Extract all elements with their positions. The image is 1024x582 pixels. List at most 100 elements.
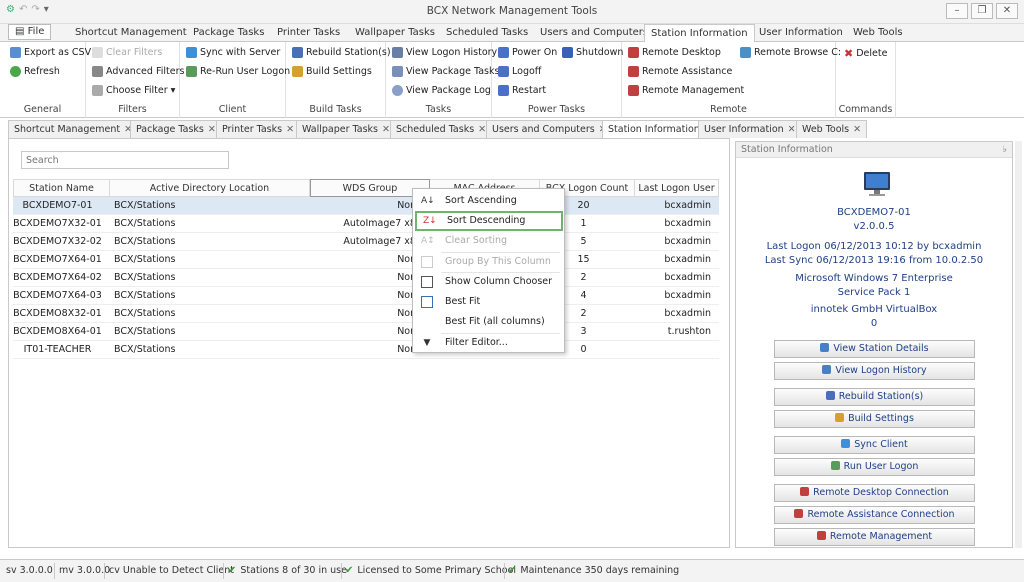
panel-scrollbar[interactable] <box>1015 141 1022 548</box>
filter-icon: ▼ <box>423 338 431 348</box>
table-row[interactable]: BCXDEMO7X32-02 BCX/Stations AutoImage7 x86… <box>13 233 719 251</box>
remote-desktop-button[interactable]: Remote Desktop <box>628 47 721 58</box>
search-input[interactable] <box>21 151 229 169</box>
choose-filter-button[interactable]: Choose Filter ▾ <box>92 85 175 96</box>
clear-sorting-item[interactable]: A↕ Clear Sorting <box>415 231 563 251</box>
ribbon-tab-wallpaper-tasks[interactable]: Wallpaper Tasks <box>355 24 435 42</box>
close-tab-icon[interactable]: ✕ <box>382 124 390 135</box>
ribbon-tab-user-information[interactable]: User Information <box>759 24 843 42</box>
build-settings-button[interactable]: Build Settings <box>292 66 372 77</box>
maximize-button[interactable]: ❐ <box>971 3 993 19</box>
minimize-button[interactable]: – <box>946 3 968 19</box>
close-button[interactable]: ✕ <box>996 3 1018 19</box>
power-on-icon <box>498 47 509 58</box>
view-logon-history-button[interactable]: View Logon History <box>774 362 975 380</box>
doc-tab-web-tools[interactable]: Web Tools ✕ <box>796 120 868 138</box>
ribbon-tab-web-tools[interactable]: Web Tools <box>853 24 903 42</box>
run-user-logon-button[interactable]: Run User Logon <box>774 458 975 476</box>
table-cell <box>635 341 711 359</box>
table-row[interactable]: BCXDEMO7X64-01 BCX/Stations None 15 bcxadmin <box>13 251 719 269</box>
export-csv-button[interactable]: Export as CSV <box>10 47 91 58</box>
table-row[interactable]: BCXDEMO7-01 BCX/Stations None 20 bcxadmin <box>13 197 719 215</box>
build-settings-button[interactable]: Build Settings <box>774 410 975 428</box>
remote-management-button[interactable]: Remote Management <box>628 85 744 96</box>
ribbon-tab-station-information[interactable]: Station Information <box>644 24 755 43</box>
ribbon-tab-printer-tasks[interactable]: Printer Tasks <box>277 24 340 42</box>
pin-icon[interactable]: ♭ <box>1003 142 1007 158</box>
ribbon-tabs: ▤ File Shortcut Management Package Tasks… <box>0 24 1024 43</box>
view-logon-history-button[interactable]: View Logon History <box>392 47 497 58</box>
table-cell: None <box>397 200 422 211</box>
close-tab-icon[interactable]: ✕ <box>208 124 216 135</box>
table-cell: None <box>397 326 422 337</box>
table-cell: None <box>397 272 422 283</box>
close-tab-icon[interactable]: ✕ <box>286 124 294 135</box>
clear-filters-button[interactable]: Clear Filters <box>92 47 162 58</box>
filter-editor-item[interactable]: ▼ Filter Editor... <box>415 333 563 353</box>
file-tab[interactable]: ▤ File <box>8 24 52 40</box>
sort-descending-icon: Z↓ <box>423 216 437 226</box>
table-cell: BCX/Stations <box>114 290 176 301</box>
doc-tab-user-information[interactable]: User Information ✕ <box>698 120 802 138</box>
doc-tab-station-information[interactable]: Station Information <box>602 120 706 139</box>
sync-client-button[interactable]: Sync Client <box>774 436 975 454</box>
view-package-log-button[interactable]: View Package Log <box>392 85 491 96</box>
ribbon-group-commands: ✖ Delete Commands <box>836 42 896 118</box>
delete-button[interactable]: ✖ Delete <box>844 47 887 60</box>
logoff-button[interactable]: Logoff <box>498 66 541 77</box>
view-package-tasks-button[interactable]: View Package Tasks <box>392 66 499 77</box>
rebuild-station-button[interactable]: Rebuild Station(s) <box>774 388 975 406</box>
ribbon-tab-users-and-computers[interactable]: Users and Computers <box>540 24 648 42</box>
ribbon-tab-package-tasks[interactable]: Package Tasks <box>193 24 264 42</box>
ribbon-tab-shortcut-management[interactable]: Shortcut Management <box>75 24 187 42</box>
sort-descending-item[interactable]: Z↓ Sort Descending <box>415 211 563 231</box>
remote-management-button[interactable]: Remote Management <box>774 528 975 546</box>
close-tab-icon[interactable]: ✕ <box>853 124 861 135</box>
best-fit-all-item[interactable]: Best Fit (all columns) <box>415 312 563 332</box>
choose-filter-icon <box>92 85 103 96</box>
remote-browse-button[interactable]: Remote Browse C: <box>740 47 841 58</box>
doc-tab-wallpaper-tasks[interactable]: Wallpaper Tasks ✕ <box>296 120 396 138</box>
table-row[interactable]: BCXDEMO8X64-01 BCX/Stations None 3 t.rushton <box>13 323 719 341</box>
view-station-details-button[interactable]: View Station Details <box>774 340 975 358</box>
sort-ascending-item[interactable]: A↓ Sort Ascending <box>415 191 563 211</box>
table-row[interactable]: BCXDEMO7X64-02 BCX/Stations None 2 bcxadmin <box>13 269 719 287</box>
remote-desktop-connection-button[interactable]: Remote Desktop Connection <box>774 484 975 502</box>
ribbon-tab-scheduled-tasks[interactable]: Scheduled Tasks <box>446 24 528 42</box>
table-row[interactable]: BCXDEMO7X32-01 BCX/Stations AutoImage7 x86… <box>13 215 719 233</box>
sort-ascending-icon: A↓ <box>421 196 435 206</box>
remote-assistance-connection-button[interactable]: Remote Assistance Connection <box>774 506 975 524</box>
doc-tab-package-tasks[interactable]: Package Tasks ✕ <box>130 120 222 138</box>
column-header-ad-location[interactable]: Active Directory Location <box>110 179 310 197</box>
window-title: BCX Network Management Tools <box>426 5 598 17</box>
group-by-column-item[interactable]: Group By This Column <box>415 252 563 272</box>
rerun-user-logon-button[interactable]: Re-Run User Logon <box>186 66 290 77</box>
table-row[interactable]: IT01-TEACHER BCX/Stations None 0 <box>13 341 719 359</box>
group-label: Power Tasks <box>527 104 586 115</box>
remote-assistance-button[interactable]: Remote Assistance <box>628 66 732 77</box>
table-row[interactable]: BCXDEMO7X64-03 BCX/Stations None 4 bcxadmin <box>13 287 719 305</box>
doc-tab-shortcut-management[interactable]: Shortcut Management ✕ <box>8 120 139 138</box>
doc-tab-users-and-computers[interactable]: Users and Computers✕ <box>486 120 613 138</box>
column-chooser-icon <box>421 276 433 288</box>
rebuild-stations-button[interactable]: Rebuild Station(s) <box>292 47 391 58</box>
advanced-filters-button[interactable]: Advanced Filters <box>92 66 184 77</box>
column-header-station-name[interactable]: Station Name <box>13 179 110 197</box>
restart-button[interactable]: Restart <box>498 85 546 96</box>
refresh-button[interactable]: Refresh <box>10 66 60 77</box>
show-column-chooser-item[interactable]: Show Column Chooser <box>415 272 563 292</box>
sync-with-server-button[interactable]: Sync with Server <box>186 47 280 58</box>
close-tab-icon[interactable]: ✕ <box>478 124 486 135</box>
table-cell: AutoImage7 x86 <box>343 236 422 247</box>
doc-tab-printer-tasks[interactable]: Printer Tasks ✕ <box>216 120 301 138</box>
column-header-last-logon-user[interactable]: Last Logon User <box>635 179 719 197</box>
close-tab-icon[interactable]: ✕ <box>788 124 796 135</box>
power-on-button[interactable]: Power On <box>498 47 557 58</box>
document-tabs: Shortcut Management ✕ Package Tasks ✕ Prin… <box>8 120 868 139</box>
table-cell: bcxadmin <box>664 200 711 211</box>
shutdown-button[interactable]: Shutdown <box>562 47 623 58</box>
best-fit-item[interactable]: Best Fit <box>415 292 563 312</box>
table-row[interactable]: BCXDEMO8X32-01 BCX/Stations None 2 bcxadmin <box>13 305 719 323</box>
doc-tab-scheduled-tasks[interactable]: Scheduled Tasks ✕ <box>390 120 493 138</box>
group-label: Remote <box>710 104 747 115</box>
